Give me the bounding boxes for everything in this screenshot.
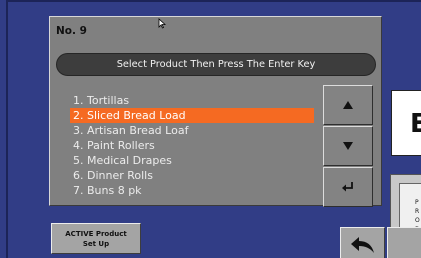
product-list: 1. Tortillas 2. Sliced Bread Load 3. Art… xyxy=(70,93,314,198)
scroll-up-button[interactable] xyxy=(323,85,373,125)
product-list-item[interactable]: 5. Medical Drapes xyxy=(70,153,314,168)
enter-return-icon xyxy=(342,182,353,192)
scroll-down-button[interactable] xyxy=(323,126,373,166)
down-arrow-icon xyxy=(343,142,353,150)
bg-letter: R xyxy=(415,208,420,215)
product-list-item[interactable]: 1. Tortillas xyxy=(70,93,314,108)
bg-letter: O xyxy=(415,217,420,224)
active-product-label: ACTIVE Product xyxy=(65,230,127,238)
back-arrow-icon xyxy=(350,237,374,253)
active-product-setup-button[interactable]: ACTIVE Product Set Up xyxy=(51,223,141,254)
product-list-item[interactable]: 3. Artisan Bread Loaf xyxy=(70,123,314,138)
dialog-title: No. 9 xyxy=(56,25,87,37)
enter-button[interactable] xyxy=(323,167,373,207)
background-partial-label: E xyxy=(391,90,421,156)
bg-letter: P xyxy=(415,199,419,206)
mouse-cursor-icon xyxy=(158,18,166,29)
product-list-item[interactable]: 6. Dinner Rolls xyxy=(70,168,314,183)
product-select-dialog: No. 9 Select Product Then Press The Ente… xyxy=(49,16,382,207)
partial-button[interactable] xyxy=(387,227,421,258)
product-list-item[interactable]: 4. Paint Rollers xyxy=(70,138,314,153)
product-list-item-selected[interactable]: 2. Sliced Bread Load xyxy=(70,108,314,123)
instruction-bar: Select Product Then Press The Enter Key xyxy=(56,53,376,76)
back-button[interactable] xyxy=(340,227,385,258)
up-arrow-icon xyxy=(343,101,353,109)
setup-label: Set Up xyxy=(82,240,110,248)
product-list-item[interactable]: 7. Buns 8 pk xyxy=(70,183,314,198)
